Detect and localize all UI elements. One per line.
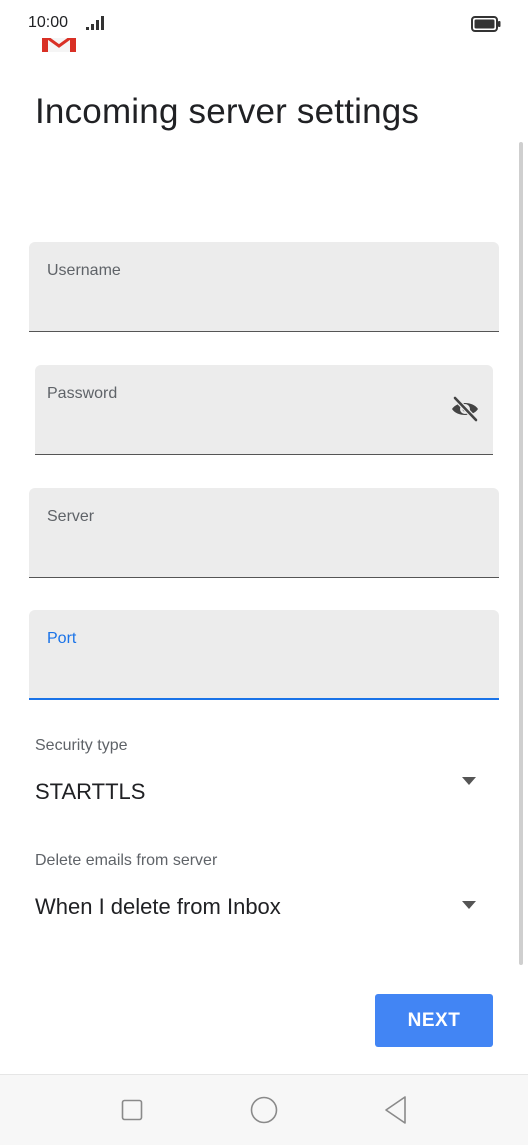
delete-emails-select[interactable]: When I delete from Inbox (35, 894, 281, 920)
delete-emails-label: Delete emails from server (35, 852, 218, 869)
status-bar: 10:00 (0, 0, 528, 40)
password-field[interactable]: Password (35, 365, 493, 455)
chevron-down-icon[interactable] (460, 776, 478, 786)
triangle-back-icon[interactable] (383, 1095, 409, 1125)
port-label: Port (47, 630, 77, 647)
page-title: Incoming server settings (35, 92, 420, 131)
security-type-label: Security type (35, 737, 128, 754)
next-button[interactable]: NEXT (375, 994, 493, 1047)
signal-bars-icon (86, 16, 104, 30)
server-label: Server (47, 508, 95, 525)
security-type-select[interactable]: STARTTLS (35, 779, 145, 805)
circle-home-icon[interactable] (250, 1096, 278, 1124)
battery-full-icon (471, 16, 501, 32)
port-field[interactable]: Port (29, 610, 499, 700)
scrollbar[interactable] (519, 142, 523, 965)
square-recents-icon[interactable] (121, 1099, 143, 1121)
navigation-bar (0, 1074, 528, 1145)
visibility-off-icon[interactable] (449, 393, 481, 425)
server-field[interactable]: Server (29, 488, 499, 578)
chevron-down-icon[interactable] (460, 900, 478, 910)
status-time: 10:00 (28, 14, 69, 31)
username-label: Username (47, 262, 121, 279)
username-field[interactable]: Username (29, 242, 499, 332)
gmail-logo-icon (42, 38, 76, 52)
password-label: Password (47, 385, 118, 402)
